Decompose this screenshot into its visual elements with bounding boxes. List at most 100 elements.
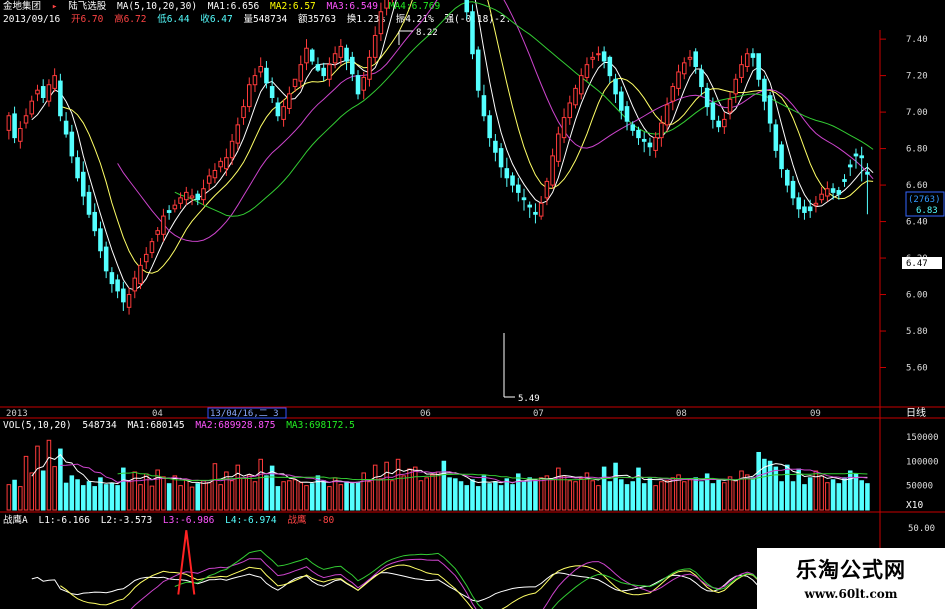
candle bbox=[515, 177, 521, 202]
ma1-line bbox=[31, 0, 874, 291]
volume-bar bbox=[687, 479, 693, 511]
candle bbox=[75, 150, 80, 182]
volume-bar bbox=[161, 476, 166, 511]
volume-bar bbox=[641, 483, 647, 511]
volume-bar bbox=[390, 480, 395, 511]
volume-bar bbox=[29, 472, 35, 511]
volume-unit-label: X10 bbox=[906, 500, 924, 511]
ma3-line bbox=[117, 0, 874, 242]
candle bbox=[561, 108, 567, 144]
volume-bar bbox=[527, 477, 532, 511]
candle bbox=[121, 281, 126, 311]
low-label: 5.49 bbox=[518, 394, 540, 404]
volume-bar bbox=[172, 475, 178, 511]
candle bbox=[29, 95, 35, 118]
price-tick-label: 7.00 bbox=[906, 108, 928, 118]
volume-ma2: MA2:689928.875 bbox=[195, 420, 276, 431]
volume-bar bbox=[430, 474, 435, 511]
candle bbox=[470, 4, 475, 60]
candle bbox=[487, 110, 492, 147]
volume-bar bbox=[103, 484, 109, 511]
volume-bar bbox=[464, 485, 470, 511]
volume-bar bbox=[756, 451, 761, 511]
volume-bar bbox=[384, 461, 389, 511]
candle bbox=[315, 57, 321, 72]
price-tick-label: 5.80 bbox=[906, 327, 928, 337]
time-label-08: 08 bbox=[676, 409, 687, 419]
volume-bar bbox=[681, 481, 687, 511]
candle bbox=[218, 157, 223, 173]
volume-bar bbox=[195, 483, 201, 511]
volume-bar bbox=[653, 485, 658, 511]
indicator-tick-label: 50.00 bbox=[908, 524, 935, 534]
volume-bar bbox=[126, 481, 132, 511]
candle bbox=[304, 39, 309, 71]
volume-bar bbox=[601, 466, 607, 511]
candle bbox=[762, 75, 767, 111]
volume-bar bbox=[395, 458, 401, 511]
candle bbox=[647, 137, 653, 156]
candle bbox=[590, 51, 595, 69]
price-tick-label: 6.00 bbox=[906, 291, 928, 301]
volume-bar bbox=[18, 486, 23, 511]
candle bbox=[641, 132, 647, 153]
time-label-09: 09 bbox=[810, 409, 821, 419]
candle bbox=[842, 174, 847, 187]
candle bbox=[796, 192, 802, 218]
candle bbox=[298, 55, 304, 89]
volume-bar bbox=[121, 467, 126, 511]
candle bbox=[372, 26, 378, 63]
volume-bar bbox=[596, 485, 601, 511]
candle bbox=[607, 55, 613, 83]
volume-bar bbox=[853, 473, 859, 511]
volume-bar bbox=[441, 460, 447, 511]
candle bbox=[201, 179, 206, 206]
candle bbox=[550, 148, 555, 189]
candle bbox=[475, 46, 481, 98]
volume-bar bbox=[218, 484, 223, 511]
current-price-marker: 6.47 bbox=[902, 257, 942, 269]
volume-bar bbox=[304, 485, 309, 511]
candle bbox=[859, 146, 864, 182]
candle bbox=[344, 44, 349, 71]
info-box-value: 6.83 bbox=[916, 206, 938, 216]
candle bbox=[52, 68, 57, 93]
candle bbox=[744, 48, 750, 72]
candle bbox=[367, 50, 372, 87]
time-label-06: 06 bbox=[420, 409, 431, 419]
volume-bar bbox=[447, 477, 452, 511]
volume-bar bbox=[327, 486, 332, 511]
candle bbox=[58, 73, 63, 122]
volume-bar bbox=[252, 481, 258, 511]
candle bbox=[807, 199, 813, 218]
volume-bar bbox=[35, 445, 40, 511]
volume-bar bbox=[178, 485, 183, 511]
volume-bar bbox=[710, 483, 716, 511]
candle bbox=[69, 124, 75, 164]
volume-bar bbox=[40, 470, 46, 511]
indicator-l4: L4:-6.974 bbox=[225, 515, 277, 526]
time-label-07: 07 bbox=[533, 409, 544, 419]
volume-tick-label: 100000 bbox=[906, 457, 939, 467]
volume-bar bbox=[109, 482, 115, 511]
volume-bar bbox=[487, 483, 492, 511]
candle bbox=[229, 133, 235, 166]
volume-bar bbox=[241, 477, 246, 511]
volume-bar bbox=[92, 486, 97, 511]
candle bbox=[498, 143, 504, 178]
candle bbox=[235, 117, 241, 151]
volume-bar bbox=[407, 468, 412, 511]
volume-bar bbox=[578, 478, 584, 511]
volume-bar bbox=[493, 481, 498, 511]
candle bbox=[338, 39, 344, 65]
period-label[interactable]: 日线 bbox=[906, 406, 926, 419]
candle bbox=[664, 97, 670, 133]
indicator-name: 战鹰A bbox=[3, 515, 28, 526]
volume-bar bbox=[424, 477, 429, 511]
volume-bar bbox=[802, 484, 807, 511]
candle bbox=[613, 73, 618, 103]
volume-ma3: MA3:698172.5 bbox=[286, 420, 355, 431]
volume-bar bbox=[12, 479, 17, 511]
volume-tick-label: 50000 bbox=[906, 482, 933, 492]
candle bbox=[149, 237, 155, 259]
